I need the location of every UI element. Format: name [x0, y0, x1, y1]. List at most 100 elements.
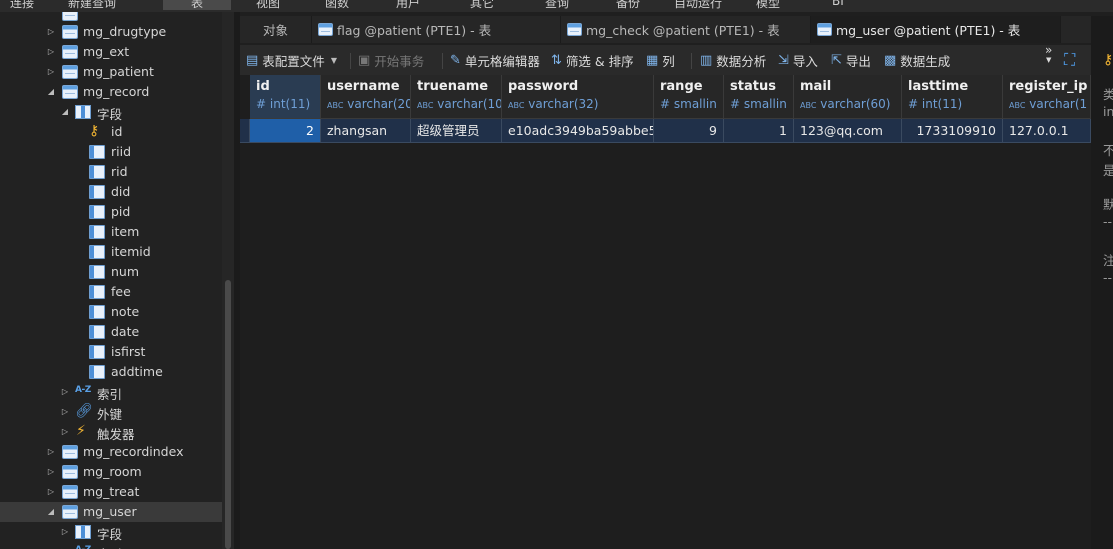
- tree-field[interactable]: itemid: [0, 242, 222, 262]
- expand-arrow-icon[interactable]: ▷: [60, 527, 70, 537]
- begin-transaction-button[interactable]: ▣ 开始事务: [358, 51, 424, 69]
- menu-query[interactable]: 查询: [545, 0, 569, 11]
- tree-table-mg-treat[interactable]: ▷ mg_treat: [0, 482, 222, 502]
- properties-panel: ⚷ 类 in 不 是 默 -- 注 --: [1091, 16, 1113, 549]
- column-type-text: int(11): [269, 97, 311, 111]
- column-header-id[interactable]: id # int(11): [250, 75, 321, 119]
- tree-triggers-folder[interactable]: ▷ ⚡︎ 触发器: [0, 422, 222, 442]
- tree-indexes-folder[interactable]: ▷ A-Z 索引: [0, 542, 222, 549]
- menu-backup[interactable]: 备份: [616, 0, 640, 11]
- export-button[interactable]: ⇱ 导出: [831, 51, 871, 69]
- tree-fields-folder[interactable]: ◢ 字段: [0, 102, 222, 122]
- tree-field[interactable]: date: [0, 322, 222, 342]
- begin-transaction-label: 开始事务: [374, 53, 425, 69]
- expand-arrow-icon[interactable]: ▷: [60, 427, 70, 437]
- expand-arrow-icon[interactable]: ▷: [46, 67, 56, 77]
- menu-new-query[interactable]: 新建查询: [68, 0, 116, 11]
- menu-bi[interactable]: BI: [832, 0, 844, 8]
- column-header-range[interactable]: range # smallin: [654, 75, 724, 119]
- table-cell-password[interactable]: e10adc3949ba59abbe56: [502, 119, 654, 143]
- column-icon: [89, 205, 105, 219]
- data-analysis-button[interactable]: ▥ 数据分析: [700, 51, 766, 69]
- row-indicator[interactable]: [240, 119, 250, 143]
- menu-user[interactable]: 用户: [396, 0, 420, 11]
- column-header-register-ip[interactable]: register_ip ABC varchar(1: [1003, 75, 1091, 119]
- tree-field[interactable]: num: [0, 262, 222, 282]
- expand-arrow-icon[interactable]: ▷: [46, 447, 56, 457]
- collapse-arrow-icon[interactable]: ◢: [46, 87, 56, 97]
- menu-model[interactable]: 模型: [756, 0, 780, 11]
- tree-field[interactable]: item: [0, 222, 222, 242]
- tree-table-mg-record[interactable]: ◢ mg_record: [0, 82, 222, 102]
- filter-sort-button[interactable]: ⇅ 筛选 & 排序: [551, 51, 634, 69]
- top-menubar: 连接 新建查询 表 视图 函数 用户 其它 查询 备份 自动运行 模型 BI: [0, 0, 1113, 12]
- table-cell-status[interactable]: 1: [724, 119, 794, 143]
- tree-indexes-folder[interactable]: ▷ A-Z 索引: [0, 382, 222, 402]
- menu-connect[interactable]: 连接: [10, 0, 34, 11]
- columns-label: 列: [662, 53, 675, 69]
- column-header-password[interactable]: password ABC varchar(32): [502, 75, 654, 119]
- tree-table-mg-drugtype[interactable]: ▷ mg_drugtype: [0, 22, 222, 42]
- tree-field[interactable]: fee: [0, 282, 222, 302]
- columns-button[interactable]: ▦ 列: [646, 51, 675, 69]
- tab-mg-check[interactable]: mg_check @patient (PTE1) - 表: [561, 16, 811, 43]
- expand-arrow-icon[interactable]: ▷: [60, 407, 70, 417]
- tree-field-id[interactable]: ⚷ id: [0, 122, 222, 142]
- table-cell-lasttime[interactable]: 1733109910: [902, 119, 1003, 143]
- column-header-status[interactable]: status # smallin: [724, 75, 794, 119]
- collapse-arrow-icon[interactable]: ◢: [60, 107, 70, 117]
- numeric-type-icon: #: [730, 97, 741, 111]
- menu-automation[interactable]: 自动运行: [674, 0, 722, 11]
- expand-arrow-icon[interactable]: ▷: [46, 467, 56, 477]
- table-cell-truename[interactable]: 超级管理员: [411, 119, 502, 143]
- table-cell-username[interactable]: zhangsan: [321, 119, 411, 143]
- tree-field[interactable]: rid: [0, 162, 222, 182]
- tree-field[interactable]: note: [0, 302, 222, 322]
- table-icon: [318, 23, 333, 36]
- import-button[interactable]: ⇲ 导入: [778, 51, 818, 69]
- toolbar-overflow-button[interactable]: » ▼: [1045, 44, 1052, 64]
- tree-table-mg-recordindex[interactable]: ▷ mg_recordindex: [0, 442, 222, 462]
- expand-icon: ⛶: [1064, 50, 1076, 69]
- column-header-mail[interactable]: mail ABC varchar(60): [794, 75, 902, 119]
- tab-mg-user[interactable]: mg_user @patient (PTE1) - 表: [811, 16, 1061, 43]
- tree-foreign-keys-folder[interactable]: ▷ 🔗︎ 外键: [0, 402, 222, 422]
- data-generation-button[interactable]: ▩ 数据生成: [884, 51, 950, 69]
- tree-scrollbar[interactable]: [222, 12, 234, 549]
- tree-table-mg-ext[interactable]: ▷ mg_ext: [0, 42, 222, 62]
- tree-field[interactable]: did: [0, 182, 222, 202]
- column-header-lasttime[interactable]: lasttime # int(11): [902, 75, 1003, 119]
- tree-fields-folder[interactable]: ▷ 字段: [0, 522, 222, 542]
- table-cell-mail[interactable]: 123@qq.com: [794, 119, 902, 143]
- cell-editor-button[interactable]: ✎ 单元格编辑器: [450, 51, 540, 69]
- collapse-arrow-icon[interactable]: ◢: [46, 507, 56, 517]
- column-header-username[interactable]: username ABC varchar(20: [321, 75, 411, 119]
- menu-table[interactable]: 表: [163, 0, 231, 10]
- tree-field[interactable]: pid: [0, 202, 222, 222]
- table-cell-register-ip[interactable]: 127.0.0.1: [1003, 119, 1091, 143]
- tree-table-mg-user[interactable]: ◢ mg_user: [0, 502, 222, 522]
- expand-arrow-icon[interactable]: ▷: [46, 27, 56, 37]
- table-cell-id[interactable]: 2: [250, 119, 321, 143]
- numeric-type-icon: #: [256, 97, 267, 111]
- tree-table-mg-room[interactable]: ▷ mg_room: [0, 462, 222, 482]
- tree-field[interactable]: addtime: [0, 362, 222, 382]
- menu-function[interactable]: 函数: [325, 0, 349, 11]
- tree-field[interactable]: isfirst: [0, 342, 222, 362]
- fullscreen-button[interactable]: ⛶: [1064, 50, 1076, 69]
- tab-flag[interactable]: flag @patient (PTE1) - 表: [312, 16, 561, 43]
- tree-label: mg_recordindex: [83, 444, 184, 459]
- tree-table-mg-patient[interactable]: ▷ mg_patient: [0, 62, 222, 82]
- expand-arrow-icon[interactable]: ▷: [46, 47, 56, 57]
- expand-arrow-icon[interactable]: ▷: [60, 387, 70, 397]
- expand-arrow-icon[interactable]: ▷: [46, 487, 56, 497]
- menu-other[interactable]: 其它: [470, 0, 494, 11]
- tree-scrollbar-thumb[interactable]: [225, 280, 231, 549]
- column-name: mail: [800, 79, 832, 94]
- table-profile-button[interactable]: ▤ 表配置文件 ▼: [246, 51, 337, 69]
- table-cell-range[interactable]: 9: [654, 119, 724, 143]
- column-header-truename[interactable]: truename ABC varchar(10: [411, 75, 502, 119]
- menu-view[interactable]: 视图: [256, 0, 280, 11]
- tree-field[interactable]: riid: [0, 142, 222, 162]
- tab-objects[interactable]: 对象: [240, 16, 312, 43]
